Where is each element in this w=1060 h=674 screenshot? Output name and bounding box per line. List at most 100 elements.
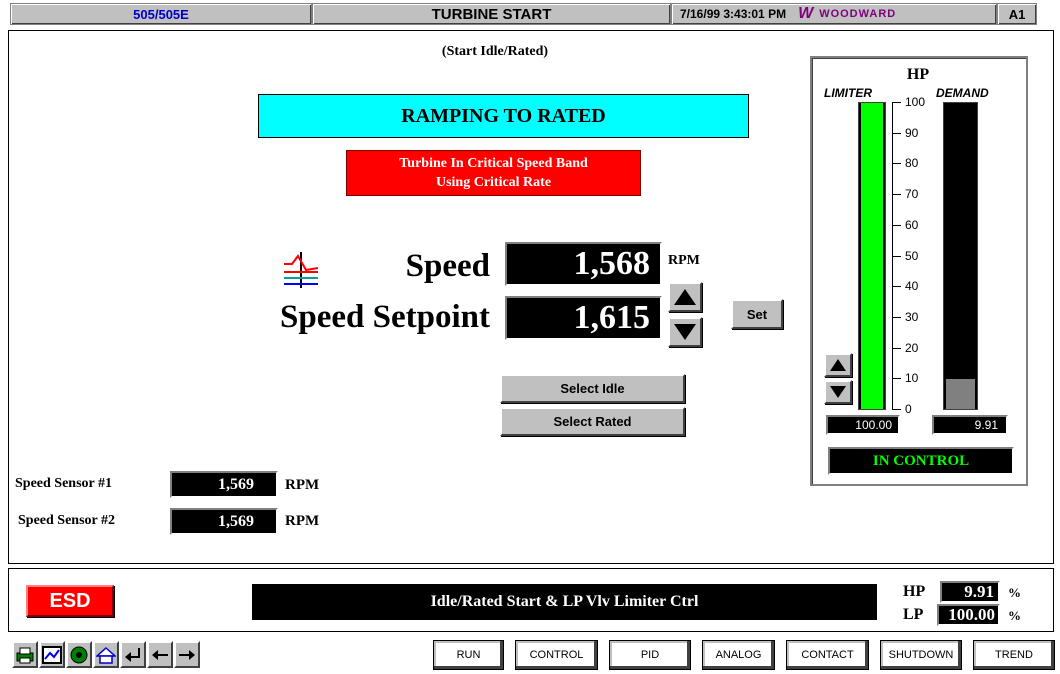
- hp-scale-tick: [893, 317, 901, 318]
- demand-bar-track: [943, 102, 978, 410]
- alarm-code-field[interactable]: A1: [997, 3, 1037, 25]
- setpoint-lower-button[interactable]: [668, 317, 702, 347]
- select-rated-button[interactable]: Select Rated: [500, 407, 685, 436]
- alarm-code: A1: [1008, 6, 1026, 22]
- control-mode-message: Idle/Rated Start & LP Vlv Limiter Ctrl: [252, 584, 877, 620]
- arrow-left-icon: [152, 649, 168, 660]
- limiter-lower-button[interactable]: [824, 380, 852, 404]
- nav-analog-label: ANALOG: [715, 649, 762, 661]
- speed-sensor-2-unit: RPM: [285, 513, 320, 529]
- speed-unit: RPM: [668, 253, 700, 268]
- demand-bar-fill: [946, 378, 975, 409]
- hp-output-value: 9.91: [964, 582, 994, 601]
- demand-label: DEMAND: [936, 86, 989, 100]
- limiter-bar-fill: [861, 103, 883, 409]
- control-status-text: IN CONTROL: [872, 452, 970, 469]
- status-screen-button[interactable]: [66, 641, 92, 668]
- speed-sensor-1-unit: RPM: [285, 477, 320, 493]
- hp-scale-label: 80: [905, 156, 919, 170]
- status-banner: RAMPING TO RATED: [258, 94, 749, 138]
- hp-scale-tick: [893, 102, 901, 103]
- speed-trend-icon[interactable]: [282, 250, 320, 290]
- speed-value-display: 1,568: [505, 242, 662, 286]
- status-banner-text: RAMPING TO RATED: [401, 104, 606, 127]
- hp-scale-tick: [893, 163, 901, 164]
- speed-setpoint-display: 1,615: [505, 296, 662, 340]
- control-mode-message-text: Idle/Rated Start & LP Vlv Limiter Ctrl: [430, 593, 699, 610]
- hp-scale: 100 90 80 70 60 50 40 30 20 10 0: [892, 95, 939, 416]
- forward-button[interactable]: [174, 641, 200, 668]
- select-idle-button[interactable]: Select Idle: [500, 374, 685, 403]
- warning-line-1: Turbine In Critical Speed Band: [399, 156, 588, 171]
- hp-output-label: HP: [903, 583, 926, 600]
- model-field: 505/505E: [10, 3, 312, 25]
- back-button[interactable]: [147, 641, 173, 668]
- nav-run-button[interactable]: RUN: [433, 640, 504, 670]
- nav-shutdown-button[interactable]: SHUTDOWN: [880, 640, 962, 670]
- hp-scale-label: 90: [905, 126, 919, 140]
- select-idle-label: Select Idle: [560, 381, 625, 396]
- mode-label: (Start Idle/Rated): [441, 44, 549, 59]
- hp-scale-label: 50: [905, 249, 919, 263]
- hp-scale-label: 40: [905, 279, 919, 293]
- nav-trend-label: TREND: [995, 649, 1033, 661]
- nav-pid-button[interactable]: PID: [609, 640, 691, 670]
- speed-sensor-1-value: 1,569: [218, 475, 254, 493]
- limiter-value-display: 100.00: [826, 415, 900, 435]
- hp-scale-tick: [893, 133, 901, 134]
- nav-contact-label: CONTACT: [801, 649, 854, 661]
- woodward-logo-icon: W: [798, 5, 814, 22]
- brand-label: WOODWARD: [819, 8, 897, 20]
- graph-icon: [42, 645, 62, 664]
- arrow-up-icon: [830, 359, 846, 371]
- hp-scale-tick: [893, 225, 901, 226]
- demand-value: 9.91: [974, 418, 998, 432]
- hp-scale-label: 70: [905, 187, 919, 201]
- home-button[interactable]: [93, 641, 119, 668]
- home-icon: [96, 646, 116, 664]
- hp-output-display: 9.91: [940, 581, 1000, 603]
- limiter-value: 100.00: [855, 418, 892, 432]
- esd-label: ESD: [49, 589, 91, 612]
- speed-sensor-2-value: 1,569: [218, 512, 254, 530]
- nav-run-label: RUN: [456, 649, 481, 661]
- hp-scale-tick: [893, 378, 901, 379]
- speed-label: Speed: [405, 248, 490, 284]
- limiter-label: LIMITER: [824, 86, 872, 100]
- datetime: 7/16/99 3:43:01 PM: [680, 7, 787, 21]
- setpoint-raise-button[interactable]: [668, 282, 702, 312]
- nav-trend-button[interactable]: TREND: [973, 640, 1055, 670]
- hp-scale-label: 20: [905, 341, 919, 355]
- hp-scale-label: 30: [905, 310, 919, 324]
- gear-icon: [70, 646, 88, 663]
- nav-pid-label: PID: [640, 649, 660, 661]
- select-rated-label: Select Rated: [553, 414, 632, 429]
- model-label: 505/505E: [133, 6, 189, 22]
- hp-scale-tick: [893, 409, 901, 410]
- nav-shutdown-label: SHUTDOWN: [888, 649, 954, 661]
- speed-sensor-2-label: Speed Sensor #2: [18, 513, 115, 528]
- nav-control-button[interactable]: CONTROL: [515, 640, 598, 670]
- esd-button[interactable]: ESD: [26, 585, 114, 617]
- hp-scale-label: 100: [905, 95, 926, 109]
- limiter-raise-button[interactable]: [824, 353, 852, 377]
- hp-scale-label: 0: [905, 402, 912, 416]
- arrow-down-icon: [674, 324, 696, 340]
- arrow-up-icon: [674, 289, 696, 305]
- trend-screen-button[interactable]: [39, 641, 65, 668]
- nav-analog-button[interactable]: ANALOG: [702, 640, 775, 670]
- hp-scale-tick: [893, 348, 901, 349]
- hp-scale-label: 10: [905, 371, 919, 385]
- set-button[interactable]: Set: [731, 299, 783, 329]
- critical-speed-warning: Turbine In Critical Speed Band Using Cri…: [346, 150, 641, 196]
- speed-sensor-1-label: Speed Sensor #1: [15, 476, 112, 491]
- warning-line-2: Using Critical Rate: [435, 175, 552, 190]
- enter-button[interactable]: [120, 641, 146, 668]
- control-status: IN CONTROL: [828, 447, 1014, 475]
- speed-value: 1,568: [573, 245, 651, 282]
- lp-output-unit: %: [1008, 608, 1021, 623]
- arrow-down-icon: [830, 386, 846, 398]
- print-button[interactable]: [12, 641, 38, 668]
- hp-scale-tick: [893, 286, 901, 287]
- nav-contact-button[interactable]: CONTACT: [786, 640, 869, 670]
